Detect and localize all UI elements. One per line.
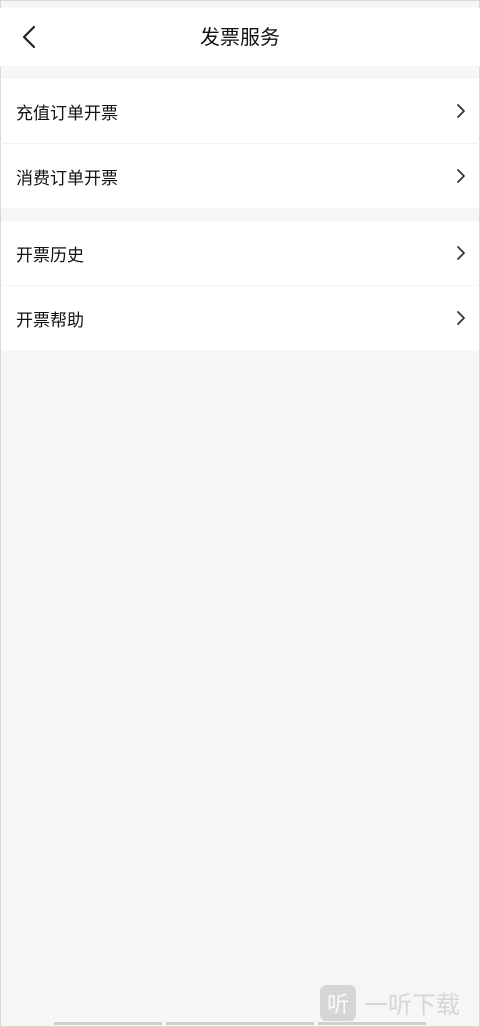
consumption-order-invoice-item[interactable]: 消费订单开票	[0, 143, 480, 208]
chevron-right-icon	[456, 168, 466, 184]
bottom-bar-segment	[54, 1022, 162, 1025]
invoice-order-group: 充值订单开票 消费订单开票	[0, 79, 480, 208]
section-gap	[0, 66, 480, 79]
status-bar-area	[0, 0, 480, 8]
list-item-label: 消费订单开票	[16, 168, 118, 189]
bottom-bar-segment	[166, 1022, 314, 1025]
recharge-order-invoice-item[interactable]: 充值订单开票	[0, 79, 480, 143]
chevron-right-icon	[456, 245, 466, 261]
invoice-help-item[interactable]: 开票帮助	[0, 285, 480, 350]
nav-header: 发票服务	[0, 8, 480, 66]
svg-text:一听下载: 一听下载	[364, 991, 460, 1019]
section-gap	[0, 208, 480, 221]
svg-text:听: 听	[327, 993, 349, 1018]
invoice-info-group: 开票历史 开票帮助	[0, 221, 480, 350]
page-title: 发票服务	[200, 25, 280, 49]
list-item-label: 开票帮助	[16, 310, 84, 331]
invoice-history-item[interactable]: 开票历史	[0, 221, 480, 285]
watermark-logo: 听 一听下载	[318, 983, 478, 1023]
list-item-label: 充值订单开票	[16, 103, 118, 124]
chevron-right-icon	[456, 310, 466, 326]
list-item-label: 开票历史	[16, 245, 84, 266]
chevron-right-icon	[456, 103, 466, 119]
